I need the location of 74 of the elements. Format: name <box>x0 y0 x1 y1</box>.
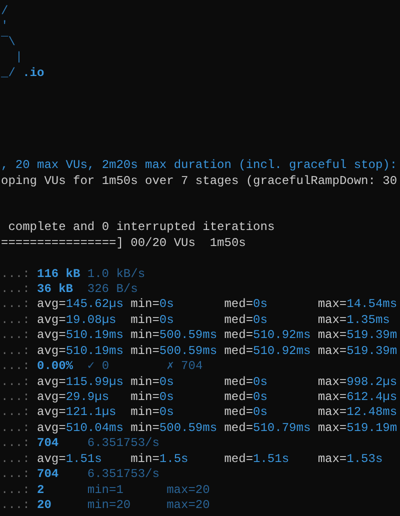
metric-stat: min=0s <box>130 405 175 421</box>
metric-rate: 1.0 kB/s <box>87 266 146 282</box>
metric-name-dots: ...: <box>1 359 31 375</box>
terminal-line: ================] 00/20 VUs 1m50s <box>1 236 246 250</box>
metric-stat: med=0s <box>224 390 268 406</box>
metric-value: 116 kB <box>37 266 82 282</box>
metric-stat: avg=510.19ms <box>37 344 124 360</box>
metric-name-dots: ...: <box>1 344 31 360</box>
metric-name-dots: ...: <box>1 390 31 406</box>
metric-stat: avg=29.9µs <box>37 390 110 406</box>
metric-stat: max=12.48ms <box>318 405 398 421</box>
metric-stat: max=998.2µs <box>318 374 398 390</box>
metric-name-dots: ...: <box>1 312 31 328</box>
metric-rate: max=20 <box>166 482 210 498</box>
metric-value: 704 <box>37 436 60 452</box>
terminal-line: complete and 0 interrupted iterations <box>7 220 275 234</box>
metric-stat: avg=1.51s <box>37 452 103 468</box>
metric-name-dots: ...: <box>1 482 31 498</box>
metric-stat: max=519.39m <box>318 344 398 360</box>
metric-name-dots: ...: <box>1 266 31 282</box>
metric-stat: med=0s <box>224 297 268 313</box>
metric-rate: ✗ 704 <box>166 359 203 375</box>
metric-stat: min=0s <box>130 312 175 328</box>
metric-rate: 6.351753/s <box>87 467 160 483</box>
metric-rate: min=1 <box>87 482 124 498</box>
metric-value: 704 <box>37 467 60 483</box>
metric-stat: med=510.92ms <box>224 328 312 344</box>
metric-value: 20 <box>37 498 52 514</box>
metric-value: 2 <box>37 482 46 498</box>
metric-stat: min=500.59ms <box>130 344 218 360</box>
metric-rate: max=20 <box>166 498 210 514</box>
metric-stat: min=1.5s <box>130 452 190 468</box>
metric-stat: avg=510.19ms <box>37 328 124 344</box>
metric-name-dots: ...: <box>1 420 31 436</box>
metric-stat: avg=19.08µs <box>37 312 118 328</box>
metric-value: 0.00% <box>37 359 74 375</box>
ascii-logo: / ' ‾\ | _/ .io <box>1 4 46 82</box>
metric-stat: avg=145.62µs <box>37 297 124 313</box>
metric-name-dots: ...: <box>1 282 31 298</box>
metric-stat: med=0s <box>224 312 268 328</box>
metric-stat: min=500.59ms <box>130 420 218 436</box>
metric-stat: med=510.79ms <box>224 420 312 436</box>
metric-rate: 6.351753/s <box>87 436 160 452</box>
metric-stat: max=1.53s <box>318 452 383 468</box>
metric-stat: max=1.35ms <box>318 312 390 328</box>
metric-stat: med=0s <box>224 374 268 390</box>
metric-stat: min=0s <box>130 374 175 390</box>
metric-stat: min=0s <box>130 297 175 313</box>
metric-stat: avg=115.99µs <box>37 374 124 390</box>
metric-name-dots: ...: <box>1 328 31 344</box>
metric-stat: max=14.54ms <box>318 297 398 313</box>
metric-name-dots: ...: <box>1 452 31 468</box>
metric-name-dots: ...: <box>1 297 31 313</box>
metric-stat: med=510.92ms <box>224 344 312 360</box>
metric-rate: min=20 <box>87 498 132 514</box>
metric-rate: 326 B/s <box>87 282 138 298</box>
metric-name-dots: ...: <box>1 374 31 390</box>
metric-name-dots: ...: <box>1 498 31 514</box>
metric-stat: max=612.4µs <box>318 390 398 406</box>
metric-stat: max=519.19m <box>318 420 398 436</box>
metric-stat: avg=510.04ms <box>37 420 124 436</box>
metric-rate: ✓ 0 <box>87 359 110 375</box>
metric-stat: avg=121.1µs <box>37 405 118 421</box>
metric-name-dots: ...: <box>1 405 31 421</box>
metric-stat: med=0s <box>224 405 268 421</box>
terminal-line: oping VUs for 1m50s over 7 stages (gracefulRampDown: 30 <box>1 174 398 188</box>
metric-name-dots: ...: <box>1 467 31 483</box>
metric-stat: med=1.51s <box>224 452 290 468</box>
metric-stat: max=519.39m <box>318 328 398 344</box>
metric-stat: min=0s <box>130 390 175 406</box>
terminal-line: , 20 max VUs, 2m20s max duration (incl. graceful stop): <box>1 158 398 172</box>
metric-stat: min=500.59ms <box>130 328 218 344</box>
metric-value: 36 kB <box>37 282 74 298</box>
metric-name-dots: ...: <box>1 436 31 452</box>
